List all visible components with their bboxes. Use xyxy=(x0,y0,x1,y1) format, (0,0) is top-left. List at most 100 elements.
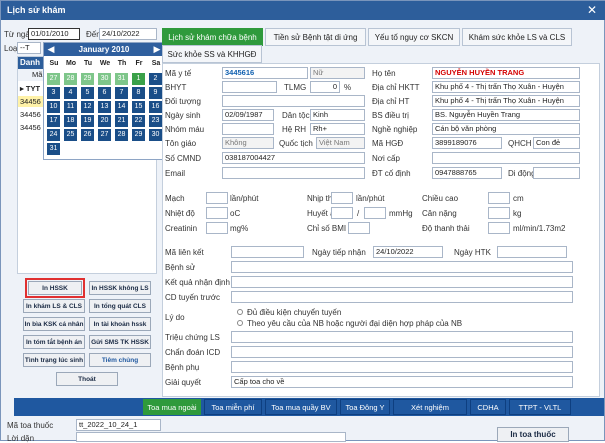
calendar-day[interactable]: 29 xyxy=(132,129,145,141)
mach-field[interactable] xyxy=(206,192,228,204)
calendar-day[interactable]: 24 xyxy=(47,129,60,141)
nhom-mau-field[interactable] xyxy=(222,123,274,135)
gender-select[interactable]: Nữ xyxy=(310,67,365,79)
calendar-day[interactable]: 18 xyxy=(64,115,77,127)
from-date-input[interactable]: 01/01/2010 xyxy=(28,28,80,40)
hktt-field[interactable]: Khu phố 4 - Thị trấn Thọ Xuân - Huyện xyxy=(432,81,580,93)
calendar-day[interactable]: 28 xyxy=(115,129,128,141)
quoc-tich-field[interactable]: Việt Nam xyxy=(316,137,365,149)
tab-health-exam[interactable]: Khám sức khỏe LS và CLS xyxy=(462,28,572,46)
calendar-day[interactable]: 15 xyxy=(132,101,145,113)
huyet-ap-dia-field[interactable] xyxy=(364,207,386,219)
print-cover-button[interactable]: In bìa KSK cá nhân xyxy=(23,317,85,331)
birth-status-button[interactable]: Tình trạng lúc sinh xyxy=(23,353,85,367)
tab-reproductive-health[interactable]: Sức khỏe SS và KHHGĐ xyxy=(162,45,262,63)
tab-treatment-history[interactable]: Lịch sử khám chữa bệnh xyxy=(162,28,263,46)
cmnd-field[interactable]: 038187004427 xyxy=(222,152,365,164)
dt-field[interactable]: 0947888765 xyxy=(432,167,502,179)
calendar-day[interactable]: 8 xyxy=(132,87,145,99)
dd-field[interactable] xyxy=(533,167,580,179)
tab-imaging[interactable]: CDHA xyxy=(470,399,506,415)
huyet-ap-sys-field[interactable] xyxy=(331,207,353,219)
can-nang-field[interactable] xyxy=(488,207,510,219)
benh-phu-field[interactable] xyxy=(231,361,573,373)
ma-hgd-field[interactable]: 3899189076 xyxy=(432,137,502,149)
calendar-day[interactable]: 30 xyxy=(98,73,111,85)
chan-doan-field[interactable] xyxy=(231,346,573,358)
vaccination-button[interactable]: Tiêm chủng xyxy=(89,353,151,367)
bmi-field[interactable] xyxy=(348,222,370,234)
print-hssk-button[interactable]: In HSSK xyxy=(28,281,82,295)
calendar-day[interactable]: 29 xyxy=(81,73,94,85)
tab-eastern-medicine[interactable]: Toa Đông Y xyxy=(340,399,390,415)
prev-month-icon[interactable]: ◀ xyxy=(45,43,57,56)
print-general-cls-button[interactable]: In tổng quát CLS xyxy=(89,299,151,313)
calendar-day[interactable]: 14 xyxy=(115,101,128,113)
print-hssk-no-ls-button[interactable]: In HSSK không LS xyxy=(89,281,151,295)
calendar-day[interactable]: 25 xyxy=(64,129,77,141)
benh-su-field[interactable] xyxy=(231,261,573,273)
close-icon[interactable]: ✕ xyxy=(580,1,604,20)
calendar-day[interactable]: 27 xyxy=(98,129,111,141)
ma-toa-field[interactable]: tt_2022_10_24_1 xyxy=(76,419,161,431)
bhyt-field[interactable] xyxy=(222,81,277,93)
he-rh-field[interactable]: Rh+ xyxy=(310,123,365,135)
tab-disease-history[interactable]: Tiền sử Bệnh tật di ứng xyxy=(265,28,366,46)
calendar-day[interactable]: 2 xyxy=(149,73,162,85)
nhiet-do-field[interactable] xyxy=(206,207,228,219)
calendar-day[interactable]: 1 xyxy=(132,73,145,85)
print-prescription-button[interactable]: In toa thuốc xyxy=(497,427,569,442)
print-ls-cls-button[interactable]: In khám LS & CLS xyxy=(23,299,85,313)
print-summary-button[interactable]: In tóm tắt bệnh án xyxy=(23,335,85,349)
dtt-field[interactable] xyxy=(488,222,510,234)
calendar-day[interactable]: 4 xyxy=(64,87,77,99)
tlmg-field[interactable]: 0 xyxy=(310,81,340,93)
to-date-input[interactable]: 24/10/2022 xyxy=(99,28,157,40)
calendar-day[interactable]: 17 xyxy=(47,115,60,127)
calendar-day[interactable]: 28 xyxy=(64,73,77,85)
tab-outside-prescription[interactable]: Toa mua ngoài xyxy=(143,399,201,415)
calendar-day[interactable]: 9 xyxy=(149,87,162,99)
qhch-field[interactable]: Con đẻ xyxy=(533,137,580,149)
calendar-day[interactable]: 30 xyxy=(149,129,162,141)
ho-ten-field[interactable]: NGUYỄN HUYỀN TRANG xyxy=(432,67,580,79)
dc-ht-field[interactable]: Khu phố 4 - Thị trấn Thọ Xuân - Huyện xyxy=(432,95,580,107)
tab-surgery-therapy[interactable]: TTPT - VLTL xyxy=(509,399,571,415)
ngay-tn-field[interactable]: 24/10/2022 xyxy=(373,246,443,258)
noi-cap-field[interactable] xyxy=(432,152,580,164)
calendar-day[interactable]: 26 xyxy=(81,129,94,141)
calendar-day[interactable]: 27 xyxy=(47,73,60,85)
chieu-cao-field[interactable] xyxy=(488,192,510,204)
list-group[interactable]: ▸ TYT xyxy=(20,84,40,93)
ngay-htk-field[interactable] xyxy=(497,246,567,258)
calendar-day[interactable]: 12 xyxy=(81,101,94,113)
calendar-day[interactable]: 31 xyxy=(47,143,60,155)
ket-qua-field[interactable] xyxy=(231,276,573,288)
giai-quyet-field[interactable]: Cấp toa cho về xyxy=(231,376,573,388)
doi-tuong-field[interactable] xyxy=(222,95,365,107)
print-account-button[interactable]: In tài khoản hssk xyxy=(89,317,151,331)
calendar-day[interactable]: 7 xyxy=(115,87,128,99)
calendar-day[interactable]: 10 xyxy=(47,101,60,113)
creatinin-field[interactable] xyxy=(206,222,228,234)
ma-yte-field[interactable]: 3445616 xyxy=(222,67,308,79)
radio-patient-request[interactable] xyxy=(237,320,243,326)
calendar-day[interactable]: 22 xyxy=(132,115,145,127)
calendar-day[interactable]: 5 xyxy=(81,87,94,99)
calendar-day[interactable]: 16 xyxy=(149,101,162,113)
email-field[interactable] xyxy=(222,167,365,179)
cd-field[interactable] xyxy=(231,291,573,303)
nhip-tho-field[interactable] xyxy=(331,192,353,204)
nghe-field[interactable]: Cán bộ văn phòng xyxy=(432,123,580,135)
ngay-sinh-field[interactable]: 02/09/1987 xyxy=(222,109,274,121)
tab-free-prescription[interactable]: Toa miễn phí xyxy=(204,399,262,415)
calendar-day[interactable]: 3 xyxy=(47,87,60,99)
calendar-day[interactable]: 23 xyxy=(149,115,162,127)
calendar-day[interactable]: 11 xyxy=(64,101,77,113)
tab-risk-factors[interactable]: Yếu tố nguy cơ SKCN xyxy=(368,28,460,46)
tab-hospital-prescription[interactable]: Toa mua quầy BV xyxy=(265,399,337,415)
calendar-day[interactable]: 13 xyxy=(98,101,111,113)
tab-lab-tests[interactable]: Xét nghiệm xyxy=(393,399,467,415)
type-select[interactable]: --T xyxy=(17,42,41,54)
calendar-day[interactable]: 31 xyxy=(115,73,128,85)
